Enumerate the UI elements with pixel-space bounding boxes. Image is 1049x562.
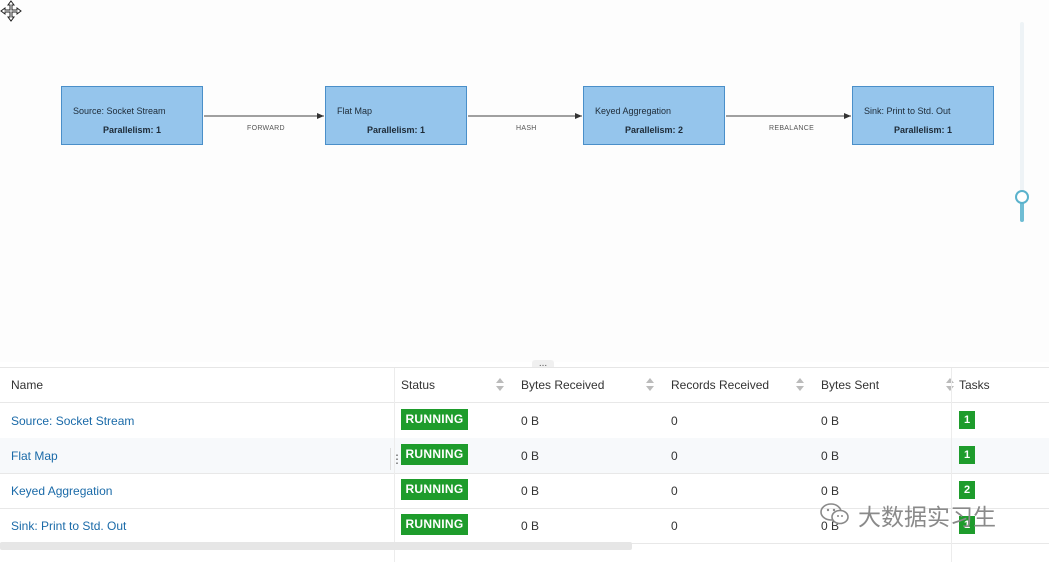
vertex-name-link[interactable]: Source: Socket Stream: [11, 414, 134, 428]
node-parallelism: Parallelism: 1: [893, 125, 953, 135]
records-received: 0: [671, 484, 678, 498]
records-received: 0: [671, 449, 678, 463]
node-name: Sink: Print to Std. Out: [864, 106, 951, 116]
edge-label-hash: HASH: [516, 125, 537, 132]
vertex-name-link[interactable]: Sink: Print to Std. Out: [11, 519, 126, 533]
tasks-badge: 1: [959, 446, 975, 464]
sort-icon[interactable]: [946, 378, 954, 392]
tasks-badge: 2: [959, 481, 975, 499]
graph-edges: [204, 113, 851, 119]
sort-icon[interactable]: [496, 378, 504, 392]
edge-label-rebalance: REBALANCE: [769, 125, 815, 132]
zoom-slider-knob[interactable]: [1015, 190, 1029, 204]
vertex-name-link[interactable]: Keyed Aggregation: [11, 484, 112, 498]
move-cursor-icon: [0, 0, 22, 22]
bytes-received: 0 B: [521, 519, 540, 533]
graph-node-keyed-aggregation[interactable]: Keyed Aggregation Parallelism: 2: [583, 86, 725, 145]
bytes-sent: 0 B: [821, 414, 840, 428]
node-parallelism: Parallelism: 1: [366, 125, 426, 135]
status-badge: RUNNING: [401, 514, 468, 535]
records-received: 0: [671, 414, 678, 428]
vertex-table: Name Status Bytes Received Records Recei…: [0, 367, 1049, 562]
status-badge: RUNNING: [401, 479, 468, 500]
vertex-name-link[interactable]: Flat Map: [11, 449, 58, 463]
column-header-status[interactable]: Status: [401, 378, 435, 392]
table-row[interactable]: Source: Socket Stream RUNNING 0 B 0 0 B …: [0, 403, 1049, 439]
tasks-badge: 1: [959, 411, 975, 429]
graph-node-sink[interactable]: Sink: Print to Std. Out Parallelism: 1: [852, 86, 994, 145]
bytes-received: 0 B: [521, 414, 540, 428]
status-badge: RUNNING: [401, 444, 468, 465]
node-name: Flat Map: [337, 106, 373, 116]
records-received: 0: [671, 519, 678, 533]
table-row[interactable]: Flat Map RUNNING 0 B 0 0 B 1: [0, 438, 1049, 474]
table-header: Name Status Bytes Received Records Recei…: [0, 368, 1049, 403]
status-badge: RUNNING: [401, 409, 468, 430]
column-header-bytes-received[interactable]: Bytes Received: [521, 378, 604, 392]
bytes-received: 0 B: [521, 449, 540, 463]
bytes-sent: 0 B: [821, 484, 840, 498]
graph-node-flat-map[interactable]: Flat Map Parallelism: 1: [325, 86, 467, 145]
sort-icon[interactable]: [646, 378, 654, 392]
watermark-text: 大数据实习生: [858, 505, 996, 531]
node-name: Keyed Aggregation: [595, 106, 672, 116]
bytes-received: 0 B: [521, 484, 540, 498]
bytes-sent: 0 B: [821, 449, 840, 463]
sort-icon[interactable]: [796, 378, 804, 392]
wechat-icon: [820, 503, 849, 525]
column-header-records-received[interactable]: Records Received: [671, 378, 769, 392]
column-header-bytes-sent[interactable]: Bytes Sent: [821, 378, 879, 392]
graph-node-source[interactable]: Source: Socket Stream Parallelism: 1: [61, 86, 203, 145]
node-parallelism: Parallelism: 1: [102, 125, 162, 135]
column-divider: [951, 368, 952, 562]
horizontal-scrollbar[interactable]: [0, 542, 632, 550]
column-header-name[interactable]: Name: [11, 378, 43, 392]
node-name: Source: Socket Stream: [73, 106, 166, 116]
column-resize-handle[interactable]: ⋮: [390, 448, 403, 470]
column-header-tasks[interactable]: Tasks: [959, 378, 990, 392]
edge-label-forward: FORWARD: [247, 125, 285, 132]
job-graph-canvas[interactable]: Source: Socket Stream Parallelism: 1 Fla…: [0, 0, 1049, 362]
node-parallelism: Parallelism: 2: [624, 125, 684, 135]
